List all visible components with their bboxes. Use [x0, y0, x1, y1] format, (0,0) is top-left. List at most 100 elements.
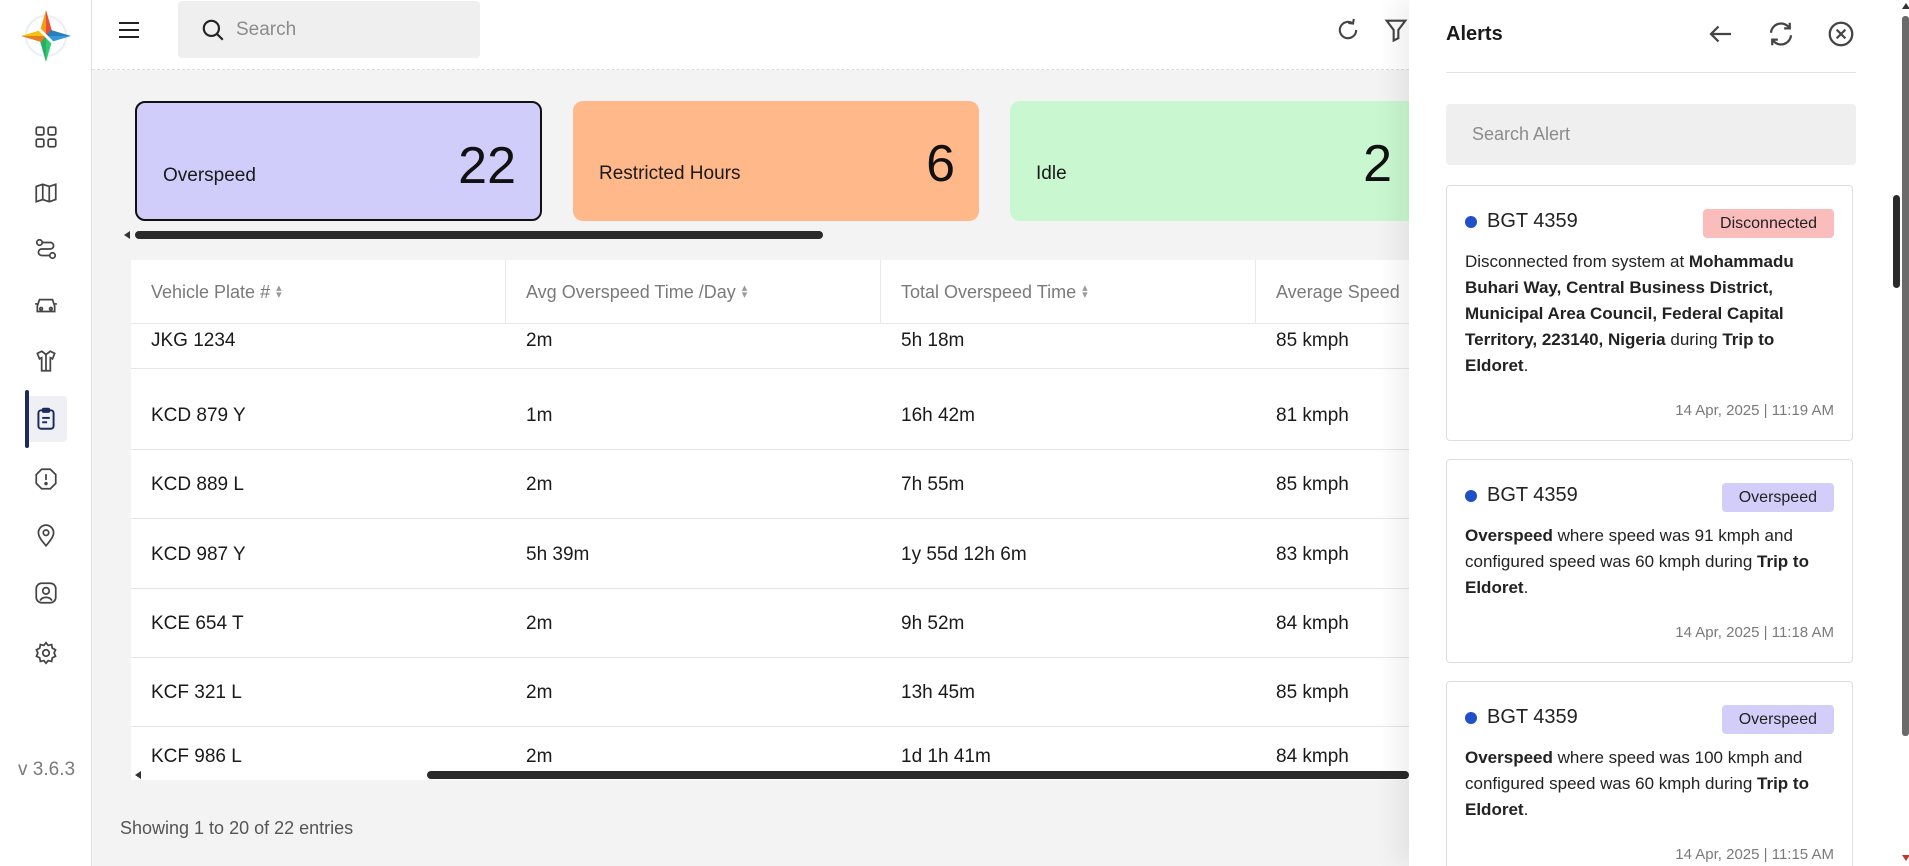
- alert-message: Overspeed where speed was 100 kmph and c…: [1465, 745, 1837, 823]
- status-badge: Disconnected: [1703, 209, 1834, 238]
- sort-icon[interactable]: ▴ ▾: [742, 283, 748, 301]
- alerts-panel: Alerts BGT 4359 Disconnected Disconnecte…: [1409, 0, 1909, 866]
- sort-icon[interactable]: ▴ ▾: [276, 283, 282, 301]
- nav-geofence[interactable]: [25, 513, 67, 559]
- search-input[interactable]: [236, 18, 466, 41]
- app-logo[interactable]: [18, 7, 74, 65]
- alerts-divider: [1446, 72, 1856, 73]
- alert-card[interactable]: BGT 4359 Overspeed Overspeed where speed…: [1446, 459, 1853, 663]
- cell-total-overspeed: 9h 52m: [901, 612, 965, 634]
- table-row[interactable]: KCD 879 Y 1m 16h 42m 81 kmph: [131, 381, 1409, 450]
- table-row[interactable]: KCF 321 L 2m 13h 45m 85 kmph: [131, 658, 1409, 727]
- alert-text: .: [1523, 800, 1529, 819]
- alert-text: Disconnected from system at: [1465, 252, 1689, 271]
- filter-icon: [1384, 19, 1408, 43]
- page-scrollbar-thumb[interactable]: [1902, 16, 1909, 736]
- status-dot: [1465, 215, 1477, 228]
- alerts-close-button[interactable]: [1826, 19, 1856, 49]
- cell-total-overspeed: 1y 55d 12h 6m: [901, 543, 1027, 565]
- alert-list-scrollbar-thumb[interactable]: [1893, 195, 1900, 288]
- nav-vehicles[interactable]: [25, 282, 67, 328]
- alerts-title: Alerts: [1446, 23, 1503, 45]
- alert-message: Overspeed where speed was 91 kmph and co…: [1465, 523, 1837, 601]
- vehicle-icon: [35, 298, 57, 313]
- column-header-label: Average Speed: [1276, 281, 1400, 302]
- cards-scrollbar-thumb[interactable]: [135, 231, 823, 239]
- nav-alerts[interactable]: [25, 456, 67, 502]
- alert-timestamp: 14 Apr, 2025 | 11:19 AM: [1675, 402, 1834, 419]
- table-row[interactable]: KCE 654 T 2m 9h 52m 84 kmph: [131, 589, 1409, 658]
- alert-header: BGT 4359: [1465, 484, 1578, 507]
- entries-summary: Showing 1 to 20 of 22 entries: [120, 818, 354, 838]
- refresh-icon: [1338, 18, 1358, 40]
- settings-icon: [35, 641, 57, 665]
- cell-average-speed: 85 kmph: [1276, 473, 1349, 495]
- alert-plate: BGT 4359: [1487, 706, 1578, 728]
- cell-total-overspeed: 13h 45m: [901, 681, 975, 703]
- nav-routes[interactable]: [25, 226, 67, 272]
- nav-map[interactable]: [25, 170, 67, 216]
- app-version: v 3.6.3: [18, 759, 76, 780]
- alert-search-input[interactable]: [1446, 104, 1856, 165]
- user-icon: [35, 582, 57, 604]
- alert-timestamp: 14 Apr, 2025 | 11:15 AM: [1675, 846, 1834, 863]
- alert-type: Overspeed: [1465, 748, 1553, 767]
- nav-drivers[interactable]: [25, 338, 67, 384]
- nav-reports[interactable]: [25, 390, 67, 448]
- cards-scroll-left-arrow[interactable]: [124, 231, 130, 239]
- table-row[interactable]: KCD 889 L 2m 7h 55m 85 kmph: [131, 450, 1409, 519]
- alert-type: Overspeed: [1465, 526, 1553, 545]
- card-label: Restricted Hours: [599, 163, 741, 184]
- page-scroll-up-arrow[interactable]: [1902, 3, 1909, 9]
- alert-text: .: [1523, 578, 1529, 597]
- alerts-refresh-button[interactable]: [1766, 19, 1796, 49]
- sort-icon[interactable]: ▴ ▾: [1082, 283, 1088, 301]
- cell-average-speed: 83 kmph: [1276, 543, 1349, 565]
- cell-average-speed: 85 kmph: [1276, 329, 1349, 351]
- menu-button[interactable]: [114, 15, 144, 45]
- status-badge: Overspeed: [1721, 705, 1834, 734]
- status-dot: [1465, 711, 1477, 724]
- restricted-hours-card[interactable]: Restricted Hours 6: [573, 101, 979, 221]
- cell-avg-overspeed: 2m: [526, 612, 553, 634]
- alert-card[interactable]: BGT 4359 Overspeed Overspeed where speed…: [1446, 681, 1853, 866]
- nav-dashboard[interactable]: [25, 114, 67, 160]
- back-button[interactable]: [1706, 19, 1736, 49]
- overspeed-card[interactable]: Overspeed 22: [135, 101, 542, 221]
- card-value: 2: [1363, 135, 1392, 193]
- driver-icon: [36, 350, 56, 372]
- column-header-label: Avg Overspeed Time /Day: [526, 281, 736, 302]
- refresh-button[interactable]: [1334, 16, 1362, 44]
- table-row[interactable]: JKG 1234 2m 5h 18m 85 kmph: [131, 312, 1409, 369]
- summary-cards: Overspeed 22 Restricted Hours 6 Idle 2: [92, 95, 1409, 245]
- alert-timestamp: 14 Apr, 2025 | 11:18 AM: [1675, 624, 1834, 641]
- page-scroll-down-arrow[interactable]: [1902, 855, 1909, 861]
- hamburger-icon: [119, 22, 139, 38]
- table-scrollbar-thumb[interactable]: [427, 771, 1409, 779]
- alert-plate: BGT 4359: [1487, 210, 1578, 232]
- column-header-label: Total Overspeed Time: [901, 281, 1077, 302]
- idle-card[interactable]: Idle 2: [1010, 101, 1409, 221]
- card-value: 22: [458, 137, 516, 195]
- search-box: [178, 1, 480, 58]
- cell-plate: KCE 654 T: [151, 612, 244, 634]
- cell-avg-overspeed: 2m: [526, 329, 553, 351]
- nav-users[interactable]: [25, 570, 67, 616]
- cell-plate: KCF 321 L: [151, 681, 242, 703]
- left-nav: v 3.6.3: [0, 0, 92, 866]
- geofence-icon: [37, 524, 55, 548]
- nav-settings[interactable]: [25, 630, 67, 676]
- cell-plate: JKG 1234: [151, 329, 236, 351]
- card-label: Idle: [1036, 163, 1067, 184]
- search-icon: [202, 19, 224, 41]
- alert-card[interactable]: BGT 4359 Disconnected Disconnected from …: [1446, 185, 1853, 441]
- reports-icon: [37, 407, 55, 430]
- table-row[interactable]: KCD 987 Y 5h 39m 1y 55d 12h 6m 83 kmph: [131, 520, 1409, 589]
- table-scroll-left-arrow[interactable]: [135, 771, 141, 779]
- cell-plate: KCF 986 L: [151, 746, 242, 767]
- filter-button[interactable]: [1382, 16, 1410, 44]
- cell-average-speed: 85 kmph: [1276, 681, 1349, 703]
- card-label: Overspeed: [163, 165, 256, 186]
- arrow-left-icon: [1709, 25, 1731, 43]
- cell-average-speed: 84 kmph: [1276, 612, 1349, 634]
